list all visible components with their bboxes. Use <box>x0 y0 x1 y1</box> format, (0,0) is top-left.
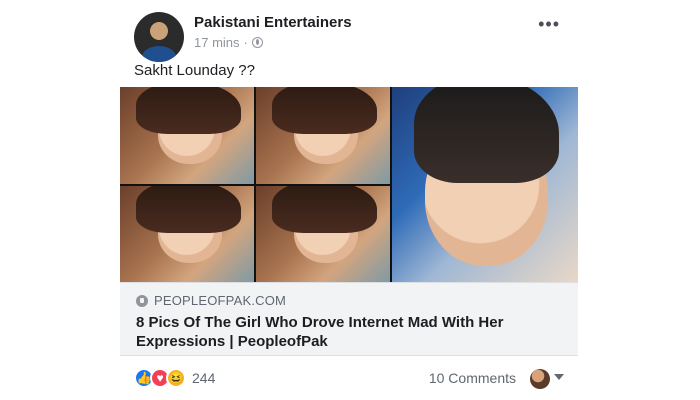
collage-photo-2 <box>256 87 390 184</box>
link-domain: PEOPLEOFPAK.COM <box>154 293 287 308</box>
haha-icon: 😆 <box>166 368 186 388</box>
link-domain-row: PEOPLEOFPAK.COM <box>136 293 286 308</box>
meta-separator: · <box>243 35 248 50</box>
globe-icon <box>251 37 263 48</box>
reactions-summary[interactable]: 👍 ♥ 😆 244 <box>134 368 215 388</box>
post-footer: 👍 ♥ 😆 244 10 Comments <box>120 360 578 396</box>
photo-collage <box>120 87 390 282</box>
more-options-button[interactable]: ••• <box>538 14 560 35</box>
link-icon <box>136 294 148 307</box>
post-author[interactable]: Pakistani Entertainers <box>194 14 352 31</box>
post-meta: 17 mins · <box>194 35 263 50</box>
comments-link[interactable]: 10 Comments <box>429 370 516 386</box>
link-title[interactable]: 8 Pics Of The Girl Who Drove Internet Ma… <box>136 313 566 351</box>
reaction-count[interactable]: 244 <box>192 370 215 386</box>
collage-photo-4 <box>256 185 390 282</box>
link-preview[interactable]: PEOPLEOFPAK.COM 8 Pics Of The Girl Who D… <box>120 282 578 356</box>
post-card: Pakistani Entertainers 17 mins · ••• Sak… <box>120 0 578 400</box>
post-time[interactable]: 17 mins <box>194 35 240 50</box>
chevron-down-icon[interactable] <box>554 374 564 380</box>
featured-photo <box>392 87 578 282</box>
post-media[interactable] <box>120 87 578 282</box>
post-caption: Sakht Lounday ?? <box>134 62 255 79</box>
collage-photo-3 <box>120 185 254 282</box>
collage-photo-1 <box>120 87 254 184</box>
page-avatar[interactable] <box>134 12 184 62</box>
commenter-avatar[interactable] <box>530 369 550 389</box>
